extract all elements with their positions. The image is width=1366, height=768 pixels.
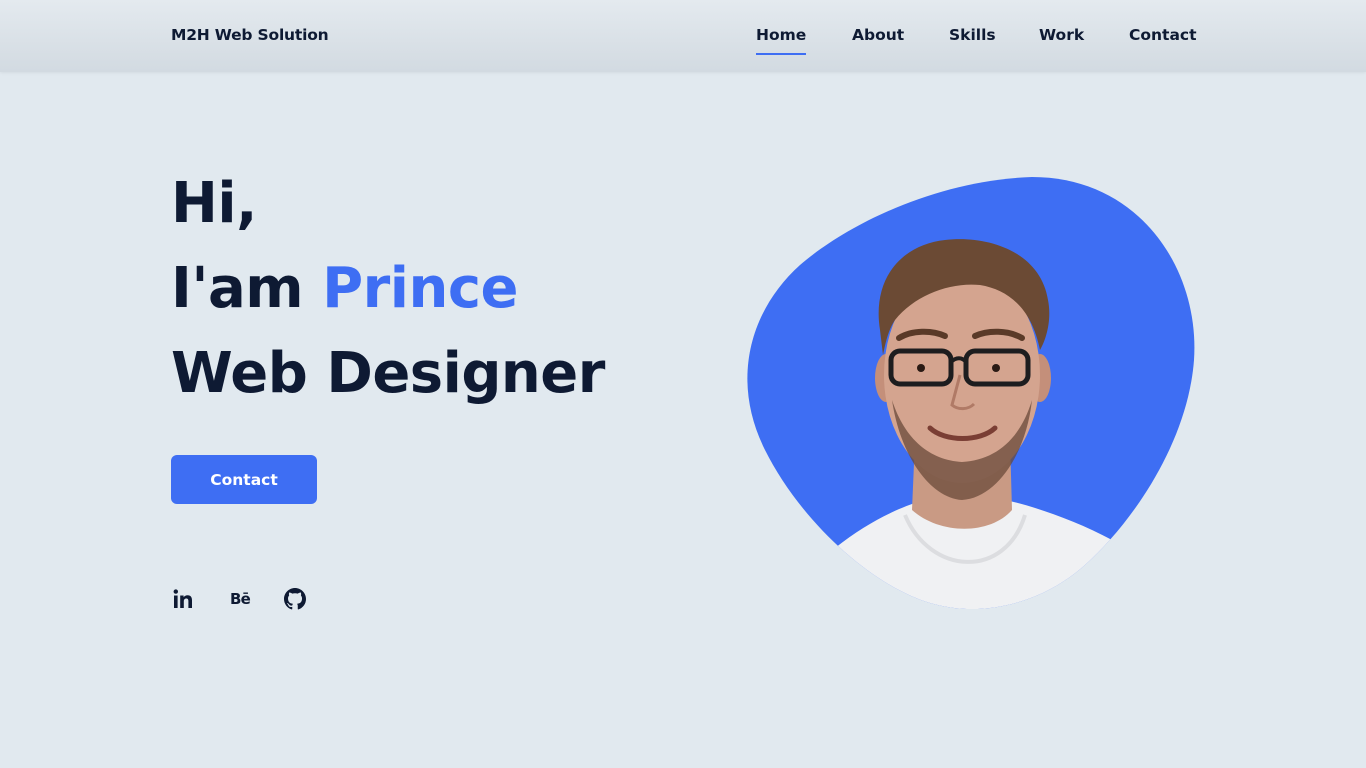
linkedin-icon[interactable]	[171, 587, 195, 611]
hero-greeting: Hi,	[171, 171, 257, 236]
hero-intro: I'am Prince	[171, 261, 519, 317]
nav-about[interactable]: About	[852, 26, 904, 44]
hero-role: Web Designer	[171, 341, 605, 406]
nav-skills[interactable]: Skills	[949, 26, 996, 44]
nav-work[interactable]: Work	[1039, 26, 1084, 44]
github-icon[interactable]	[283, 587, 307, 611]
hero-name: Prince	[322, 256, 519, 321]
nav-home[interactable]: Home	[756, 26, 807, 55]
behance-label: Bē	[229, 590, 251, 608]
nav-contact[interactable]: Contact	[1129, 26, 1197, 44]
hero-intro-prefix: I'am	[171, 256, 304, 321]
site-header: M2H Web Solution Home About Skills Work …	[0, 0, 1366, 72]
contact-button[interactable]: Contact	[171, 455, 317, 504]
behance-icon[interactable]: Bē	[227, 587, 253, 611]
portrait-illustration	[747, 177, 1195, 610]
brand-logo[interactable]: M2H Web Solution	[171, 26, 329, 44]
